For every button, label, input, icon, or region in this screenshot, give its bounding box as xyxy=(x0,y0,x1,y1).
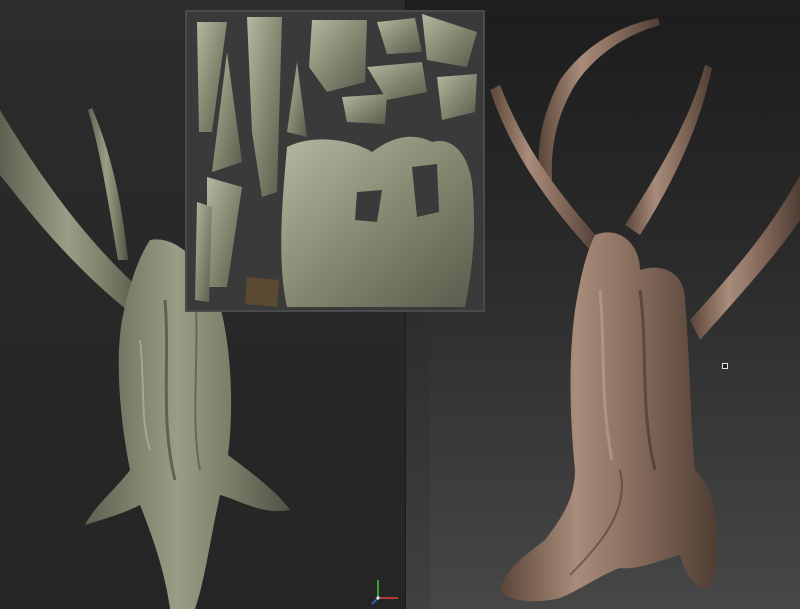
uv-shell-chunk-6 xyxy=(342,94,387,124)
uv-shell-trunk xyxy=(281,136,475,307)
cursor-marker-icon xyxy=(722,363,728,369)
uv-shell-branch-6 xyxy=(195,202,212,302)
uv-shell-branch-5 xyxy=(207,177,242,287)
uv-shell-chunk-7 xyxy=(245,277,279,307)
uv-shell-chunk-3 xyxy=(422,14,477,67)
uv-layout xyxy=(195,14,477,307)
uv-shell-chunk-5 xyxy=(437,74,477,120)
right-branch xyxy=(690,175,800,340)
uv-shell-chunk-2 xyxy=(377,18,422,54)
axis-gizmo-icon[interactable] xyxy=(368,574,404,606)
uv-editor-panel[interactable] xyxy=(185,10,485,312)
clay-trunk xyxy=(500,232,717,602)
uv-shell-chunk-4 xyxy=(367,62,427,100)
uv-shell-branch-3 xyxy=(247,17,282,197)
uv-shell-chunk-1 xyxy=(309,20,367,92)
curved-branch xyxy=(538,18,660,180)
center-branch xyxy=(625,65,712,235)
uv-shell-branch-4 xyxy=(287,62,307,137)
